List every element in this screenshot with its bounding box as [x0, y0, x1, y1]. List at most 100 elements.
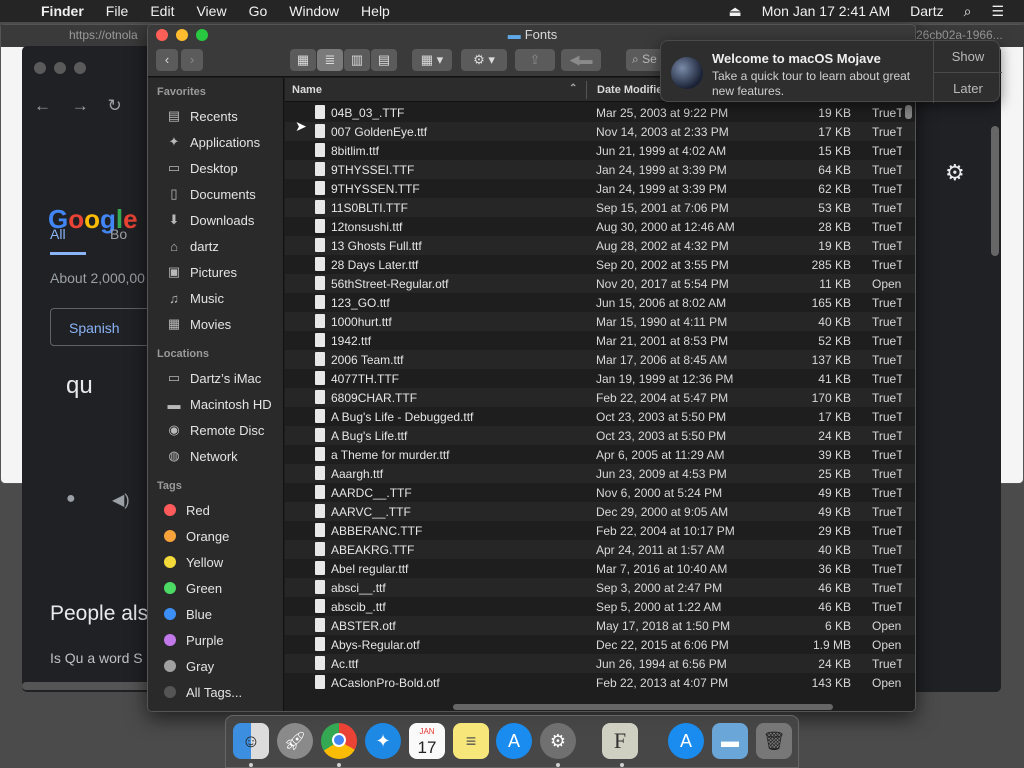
tags-button[interactable]: ◀▬ [561, 49, 601, 71]
menu-go[interactable]: Go [238, 0, 279, 22]
tab-books[interactable]: Bo [110, 226, 127, 242]
speaker-icon[interactable]: ◀) [112, 490, 130, 510]
sidebar-item-macintosh-hd[interactable]: ▬ Macintosh HD [164, 394, 272, 414]
file-row[interactable]: abscib_.ttf Sep 5, 2000 at 1:22 AM 46 KB Tr… [285, 597, 915, 616]
sidebar-tag-orange[interactable]: Orange [160, 526, 229, 546]
sidebar-tag-green[interactable]: Green [160, 578, 222, 598]
file-row[interactable]: 04B_03_.TTF Mar 25, 2003 at 9:22 PM 19 KB T… [285, 103, 915, 122]
sidebar-item-downloads[interactable]: ⬇ Downloads [164, 210, 255, 230]
file-row[interactable]: ABEAKRG.TTF Apr 24, 2011 at 1:57 AM 40 KB T… [285, 540, 915, 559]
file-row[interactable]: ACaslonPro-Bold.otf Feb 22, 2013 at 4:07 … [285, 673, 915, 692]
horizontal-scrollbar[interactable] [22, 682, 162, 690]
notification-center-icon[interactable]: ☰ [981, 0, 1024, 22]
launchpad-icon[interactable]: 🚀︎ [277, 723, 313, 759]
safari-icon[interactable]: ✦ [365, 723, 401, 759]
menu-file[interactable]: File [95, 0, 140, 22]
file-row[interactable]: 6809CHAR.TTF Feb 22, 2004 at 5:47 PM 170 K… [285, 388, 915, 407]
forward-arrow-icon[interactable]: → [72, 96, 89, 115]
sidebar-item-desktop[interactable]: ▭ Desktop [164, 158, 238, 178]
window-minimize-button[interactable] [54, 62, 66, 74]
file-row[interactable]: 007 GoldenEye.ttf Nov 14, 2003 at 2:33 PM… [285, 122, 915, 141]
sidebar-tag-all-tags-[interactable]: All Tags... [160, 682, 242, 702]
file-row[interactable]: ABSTER.otf May 17, 2018 at 1:50 PM 6 KB Ope… [285, 616, 915, 635]
notes-icon[interactable]: ≡ [453, 723, 489, 759]
sidebar-tag-red[interactable]: Red [160, 500, 210, 520]
settings-gear-icon[interactable]: ⚙ [945, 160, 965, 186]
horizontal-scrollbar-thumb[interactable] [453, 704, 833, 710]
trash-icon[interactable]: 🗑︎ [756, 723, 792, 759]
action-button[interactable]: ⚙ ▾ [461, 49, 507, 71]
file-row[interactable]: 8bitlim.ttf Jun 21, 1999 at 4:02 AM 15 KB T… [285, 141, 915, 160]
finder-icon[interactable]: ☺ [233, 723, 269, 759]
sidebar-item-recents[interactable]: ▤ Recents [164, 106, 238, 126]
notification-banner[interactable]: Welcome to macOS Mojave Take a quick tou… [660, 40, 1002, 103]
file-row[interactable]: 1942.ttf Mar 21, 2001 at 8:53 PM 52 KB True… [285, 331, 915, 350]
menubar-user[interactable]: Dartz [900, 0, 953, 22]
sidebar-item-remote-disc[interactable]: ◉ Remote Disc [164, 420, 264, 440]
sidebar-item-movies[interactable]: ▦ Movies [164, 314, 231, 334]
translate-language-button[interactable]: Spanish [50, 308, 162, 346]
file-row[interactable]: Abys-Regular.otf Dec 22, 2015 at 6:06 PM 1… [285, 635, 915, 654]
sidebar-item-pictures[interactable]: ▣ Pictures [164, 262, 237, 282]
file-row[interactable]: 13 Ghosts Full.ttf Aug 28, 2002 at 4:32 P… [285, 236, 915, 255]
finder-window[interactable]: ▬ Fonts ‹ › ▦ ≣ ▥ ▤ ▦ ▾ ⚙ ▾ ⇪ ◀▬ ⌕ Se Fav… [147, 24, 916, 712]
sidebar-item-applications[interactable]: ✦ Applications [164, 132, 261, 152]
list-view-button[interactable]: ≣ [317, 49, 343, 71]
applications-folder-icon[interactable]: ▬ [712, 723, 748, 759]
window-close-button[interactable] [34, 62, 46, 74]
file-row[interactable]: ABBERANC.TTF Feb 22, 2004 at 10:17 PM 29 K… [285, 521, 915, 540]
gallery-view-button[interactable]: ▤ [371, 49, 397, 71]
window-zoom-button[interactable] [74, 62, 86, 74]
file-row[interactable]: AARDC__.TTF Nov 6, 2000 at 5:24 PM 49 KB Tr… [285, 483, 915, 502]
column-header-date[interactable]: Date Modifie [597, 84, 662, 96]
sidebar-item-music[interactable]: ♫ Music [164, 288, 224, 308]
file-row[interactable]: 1000hurt.ttf Mar 15, 1990 at 4:11 PM 40 KB… [285, 312, 915, 331]
file-row[interactable]: Aaargh.ttf Jun 23, 2009 at 4:53 PM 25 KB Tr… [285, 464, 915, 483]
column-divider[interactable] [586, 81, 587, 99]
sidebar-tag-yellow[interactable]: Yellow [160, 552, 223, 572]
menu-edit[interactable]: Edit [139, 0, 185, 22]
file-row[interactable]: Abel regular.ttf Mar 7, 2016 at 10:40 AM 3… [285, 559, 915, 578]
font-book-icon[interactable]: F [602, 723, 638, 759]
file-row[interactable]: a Theme for murder.ttf Apr 6, 2005 at 11:… [285, 445, 915, 464]
sidebar-item-network[interactable]: ◍ Network [164, 446, 237, 466]
file-row[interactable]: 28 Days Later.ttf Sep 20, 2002 at 3:55 PM… [285, 255, 915, 274]
sidebar-item-dartz[interactable]: ⌂ dartz [164, 236, 219, 256]
google-search-window[interactable]: ← → ↻ Google All Bo About 2,000,00 Spani… [22, 46, 162, 692]
spotlight-icon[interactable]: ⌕ [954, 0, 982, 22]
reload-icon[interactable]: ↻ [107, 96, 121, 115]
file-row[interactable]: 2006 Team.ttf Mar 17, 2006 at 8:45 AM 137 … [285, 350, 915, 369]
file-list[interactable]: Name ⌃ Date Modifie 04B_03_.TTF Mar 25, 2… [285, 78, 915, 711]
tab-all[interactable]: All [50, 226, 66, 242]
file-row[interactable]: 123_GO.ttf Jun 15, 2006 at 8:02 AM 165 KB T… [285, 293, 915, 312]
app-store-icon[interactable]: A [496, 723, 532, 759]
later-button[interactable]: Later [934, 72, 1002, 103]
file-row[interactable]: 4077TH.TTF Jan 19, 1999 at 12:36 PM 41 KB T… [285, 369, 915, 388]
sidebar-item-dartz-s-imac[interactable]: ▭ Dartz’s iMac [164, 368, 261, 388]
menu-help[interactable]: Help [350, 0, 401, 22]
file-row[interactable]: 9THYSSEI.TTF Jan 24, 1999 at 3:39 PM 64 KB… [285, 160, 915, 179]
column-header-name[interactable]: Name [292, 84, 322, 96]
menu-window[interactable]: Window [278, 0, 350, 22]
icon-view-button[interactable]: ▦ [290, 49, 316, 71]
vertical-scrollbar[interactable] [991, 126, 999, 256]
calendar-icon[interactable]: JAN 17 [409, 723, 445, 759]
menubar-clock[interactable]: Mon Jan 17 2:41 AM [752, 0, 900, 22]
group-by-button[interactable]: ▦ ▾ [412, 49, 452, 71]
column-view-button[interactable]: ▥ [344, 49, 370, 71]
sidebar-tag-purple[interactable]: Purple [160, 630, 224, 650]
file-row[interactable]: absci__.ttf Sep 3, 2000 at 2:47 PM 46 KB Tr… [285, 578, 915, 597]
back-button[interactable]: ‹ [156, 49, 178, 71]
app-menu-finder[interactable]: Finder [30, 0, 95, 22]
google-search-window-right[interactable]: ⚙ [915, 46, 1001, 692]
file-row[interactable]: 12tonsushi.ttf Aug 30, 2000 at 12:46 AM 28… [285, 217, 915, 236]
share-button[interactable]: ⇪ [515, 49, 555, 71]
vertical-scrollbar-thumb[interactable] [905, 105, 912, 119]
file-row[interactable]: A Bug's Life - Debugged.ttf Oct 23, 2003 … [285, 407, 915, 426]
sidebar-tag-gray[interactable]: Gray [160, 656, 214, 676]
chrome-icon[interactable] [321, 723, 357, 759]
app-store-downloads-icon[interactable]: A [668, 723, 704, 759]
forward-button[interactable]: › [181, 49, 203, 71]
file-row[interactable]: AARVC__.TTF Dec 29, 2000 at 9:05 AM 49 KB T… [285, 502, 915, 521]
file-row[interactable]: Ac.ttf Jun 26, 1994 at 6:56 PM 24 KB TrueT [285, 654, 915, 673]
